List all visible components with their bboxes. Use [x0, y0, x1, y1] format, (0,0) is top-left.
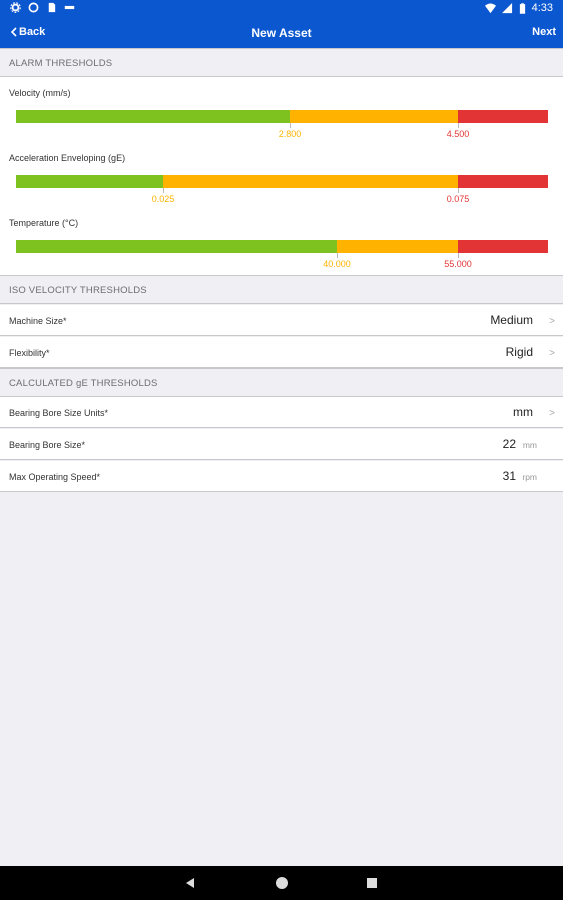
chevron-right-icon: >: [549, 348, 555, 359]
page-title: New Asset: [251, 26, 312, 40]
operating-speed-label: Max Operating Speed*: [9, 472, 101, 482]
acceleration-threshold-bar[interactable]: [16, 175, 548, 188]
wifi-icon: [484, 2, 496, 13]
recents-square-icon[interactable]: [367, 878, 377, 888]
bore-size-input[interactable]: 22: [503, 437, 516, 451]
good-segment: [16, 110, 290, 123]
machine-size-value: Medium: [490, 313, 533, 327]
velocity-warning-value[interactable]: 2.800: [279, 129, 302, 139]
temperature-alarm-value[interactable]: 55.000: [444, 259, 472, 269]
cell-signal-icon: [501, 2, 512, 13]
section-title: ISO VELOCITY THRESHOLDS: [9, 285, 147, 296]
section-title: ALARM THRESHOLDS: [9, 58, 113, 69]
alarm-thresholds-panel: Velocity (mm/s) 2.800 4.500 Acceleration…: [0, 77, 563, 275]
velocity-alarm-value[interactable]: 4.500: [447, 129, 470, 139]
warning-tick: [163, 188, 164, 193]
machine-size-label: Machine Size*: [9, 316, 67, 326]
nav-bar: Back New Asset Next: [0, 18, 563, 48]
alarm-tick: [458, 253, 459, 258]
back-triangle-icon[interactable]: [186, 878, 195, 888]
warning-segment: [289, 110, 458, 123]
temperature-label: Temperature (°C): [9, 218, 79, 228]
status-time: 4:33: [531, 2, 553, 14]
battery-icon: [519, 2, 525, 14]
status-bar: 4:33: [0, 0, 563, 18]
next-button[interactable]: Next: [532, 26, 556, 38]
temperature-threshold-bar[interactable]: [16, 240, 548, 253]
good-segment: [16, 175, 164, 188]
bore-units-row[interactable]: Bearing Bore Size Units* mm >: [0, 397, 563, 428]
machine-size-row[interactable]: Machine Size* Medium >: [0, 305, 563, 336]
warning-tick: [337, 253, 338, 258]
flexibility-row[interactable]: Flexibility* Rigid >: [0, 337, 563, 368]
flexibility-value: Rigid: [505, 345, 533, 359]
chevron-right-icon: >: [549, 408, 555, 419]
bore-size-row[interactable]: Bearing Bore Size* 22 mm: [0, 429, 563, 460]
alarm-segment: [457, 240, 548, 253]
bore-size-unit: mm: [522, 440, 537, 450]
section-header-calculated-ge: CALCULATED gE THRESHOLDS: [0, 368, 563, 397]
bore-units-value: mm: [513, 405, 533, 419]
alarm-segment: [457, 110, 548, 123]
acceleration-warning-value[interactable]: 0.025: [152, 194, 175, 204]
operating-speed-input[interactable]: 31: [503, 469, 516, 483]
flexibility-label: Flexibility*: [9, 348, 50, 358]
alarm-segment: [457, 175, 548, 188]
warning-segment: [336, 240, 458, 253]
section-header-iso-velocity: ISO VELOCITY THRESHOLDS: [0, 275, 563, 304]
bore-units-label: Bearing Bore Size Units*: [9, 408, 109, 418]
home-circle-icon[interactable]: [275, 876, 289, 890]
warning-segment: [163, 175, 458, 188]
section-header-alarm-thresholds: ALARM THRESHOLDS: [0, 48, 563, 77]
chevron-right-icon: >: [549, 316, 555, 327]
sync-icon: [28, 2, 39, 13]
velocity-label: Velocity (mm/s): [9, 88, 71, 98]
section-title: CALCULATED gE THRESHOLDS: [9, 378, 158, 389]
good-segment: [16, 240, 337, 253]
alarm-tick: [458, 188, 459, 193]
notification-icon: [64, 5, 75, 10]
operating-speed-row[interactable]: Max Operating Speed* 31 rpm: [0, 461, 563, 492]
sim-icon: [48, 2, 56, 13]
alarm-tick: [458, 123, 459, 128]
system-navigation-bar: [0, 866, 563, 900]
bore-size-label: Bearing Bore Size*: [9, 440, 86, 450]
settings-icon: [10, 2, 21, 13]
temperature-warning-value[interactable]: 40.000: [323, 259, 351, 269]
acceleration-alarm-value[interactable]: 0.075: [447, 194, 470, 204]
warning-tick: [290, 123, 291, 128]
operating-speed-unit: rpm: [522, 472, 537, 482]
acceleration-label: Acceleration Enveloping (gE): [9, 153, 126, 163]
velocity-threshold-bar[interactable]: [16, 110, 548, 123]
